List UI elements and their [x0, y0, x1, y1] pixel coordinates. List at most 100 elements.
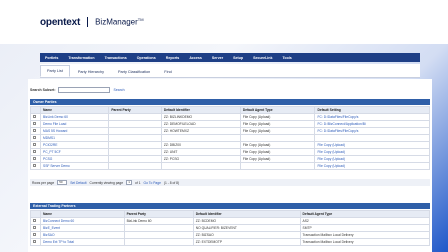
set-default-link[interactable]: Set Default	[70, 181, 86, 185]
table-row: BizLink Demo 60 ZZ: BIZLINKDEMO File Copy …	[30, 113, 430, 121]
cell-parent	[123, 238, 194, 246]
nav-item-tools[interactable]: Tools	[282, 56, 291, 60]
cell-ident: ZZ: BIZSAO	[192, 231, 301, 239]
nav-item-reports[interactable]: Reports	[166, 56, 180, 60]
row-checkbox[interactable]	[33, 122, 36, 125]
trading-partners-table: Name Parent Party Default Identifier Defaul…	[30, 210, 431, 246]
row-checkbox-cell	[30, 127, 41, 135]
page-number-input[interactable]: 1	[126, 180, 133, 185]
nav-item-access[interactable]: Access	[189, 56, 202, 60]
search-link[interactable]: Search	[113, 88, 124, 92]
column-header-default-agent-type[interactable]: Default Agent Type	[299, 210, 431, 218]
cell-parent	[108, 141, 162, 149]
cell-name[interactable]: SSF Server Demo	[39, 162, 110, 170]
tab-find[interactable]: Find	[158, 67, 177, 77]
cell-ident: ZZ: BIZLINKDEMO	[160, 113, 241, 121]
go-to-page-link[interactable]: Go To Page	[144, 181, 161, 185]
nav-item-server[interactable]: Server	[212, 56, 223, 60]
search-input[interactable]	[58, 87, 111, 93]
page: opentext BizManagerTM Portlets Transforma…	[0, 0, 448, 252]
row-checkbox[interactable]	[33, 164, 36, 167]
cell-name[interactable]: Demo Ext TP to Total	[40, 238, 125, 246]
nav-item-transactions[interactable]: Transactions	[105, 56, 127, 60]
nav-item-portlets[interactable]: Portlets	[45, 56, 58, 60]
cell-name[interactable]: BizLink Demo 60	[39, 113, 110, 121]
search-label: Search Subset:	[30, 88, 56, 92]
select-all-header	[30, 106, 41, 114]
tab-party-list[interactable]: Party List	[40, 65, 70, 77]
cell-name[interactable]: PCSG	[39, 155, 110, 163]
row-checkbox-cell	[30, 155, 41, 163]
owner-parties-header: Owner Parties	[30, 99, 430, 105]
cell-parent: BizLink Demo 60	[123, 217, 194, 225]
table-row: BizConnect Demo 60 BizLink Demo 60 ZZ: BCD…	[30, 217, 431, 225]
row-checkbox-cell	[30, 231, 41, 239]
cell-setting[interactable]: File Copy (Upload)	[314, 141, 430, 149]
cell-ident	[160, 134, 241, 142]
cell-name[interactable]: MAS 5S Howard	[39, 127, 110, 135]
current-page-label: Currently viewing page	[89, 180, 124, 185]
column-header-default-setting[interactable]: Default Setting	[314, 106, 430, 114]
cell-ident	[160, 162, 241, 170]
cell-setting[interactable]: File Copy (Upload)	[314, 148, 430, 156]
row-checkbox-cell	[30, 141, 41, 149]
row-checkbox[interactable]	[33, 219, 36, 222]
cell-agent: File Copy (Upload)	[239, 120, 316, 128]
cell-name[interactable]: BizE_Event	[40, 224, 125, 232]
cell-ident: ZZ: UNIT	[160, 148, 241, 156]
row-checkbox[interactable]	[33, 143, 36, 146]
rows-per-page-select[interactable]: 50	[57, 180, 68, 185]
row-checkbox[interactable]	[33, 150, 36, 153]
table-row: BizSAO ZZ: BIZSAO Transaction Mailbox Loca…	[30, 231, 431, 239]
row-checkbox[interactable]	[33, 240, 36, 243]
cell-name[interactable]: BizSAO	[40, 231, 125, 239]
nav-item-transformation[interactable]: Transformation	[68, 56, 94, 60]
row-checkbox[interactable]	[33, 157, 36, 160]
row-count: (1 - 8 of 8)	[163, 180, 180, 185]
column-header-name[interactable]: Name	[39, 106, 110, 114]
cell-name[interactable]: PCIO2RE	[39, 141, 110, 149]
cell-setting[interactable]: File Copy (Upload)	[314, 162, 430, 170]
cell-ident: NO QUALIFIER: BIZEVENT	[192, 224, 301, 232]
cell-setting[interactable]: FC: D:/DataFiles/FileCopy/s	[314, 127, 430, 135]
row-checkbox[interactable]	[33, 233, 36, 236]
row-checkbox-cell	[30, 217, 41, 225]
nav-item-setup[interactable]: Setup	[233, 56, 243, 60]
row-checkbox[interactable]	[33, 136, 36, 139]
cell-agent	[239, 162, 316, 170]
cell-agent: File Copy (Upload)	[239, 113, 316, 121]
tab-party-hierarchy[interactable]: Party Hierarchy	[72, 67, 110, 77]
table-row: MAS 5S Howard ZZ: HOWTEMXZ File Copy (Uplo…	[30, 127, 430, 135]
cell-agent: SMTP	[299, 224, 431, 232]
column-header-name[interactable]: Name	[40, 210, 125, 218]
column-header-parent-party[interactable]: Parent Party	[123, 210, 194, 218]
cell-parent	[108, 162, 162, 170]
cell-name[interactable]: Demo File Load	[39, 120, 110, 128]
row-checkbox[interactable]	[33, 115, 36, 118]
nav-item-securelink[interactable]: SecureLink	[253, 56, 272, 60]
cell-name[interactable]: MDMS1	[39, 134, 110, 142]
column-header-default-agent-type[interactable]: Default Agent Type	[239, 106, 316, 114]
tab-party-classification[interactable]: Party Classification	[112, 67, 156, 77]
cell-setting[interactable]: FC: D:/DataFiles/FileCopy/s	[314, 113, 430, 121]
row-checkbox[interactable]	[33, 226, 36, 229]
table-row: PCSG ZZ: PCSG File Copy (Upload) File Copy …	[30, 155, 430, 163]
row-checkbox-cell	[30, 148, 41, 156]
cell-name[interactable]: PC_PT 5CF	[39, 148, 110, 156]
row-checkbox[interactable]	[33, 129, 36, 132]
column-header-parent-party[interactable]: Parent Party	[108, 106, 162, 114]
row-checkbox-cell	[30, 134, 41, 142]
table-row: Demo File Load ZZ: DEMOFILELOAD File Copy …	[30, 120, 430, 128]
column-header-default-identifier[interactable]: Default Identifier	[192, 210, 301, 218]
cell-setting[interactable]: FC: D:/BizConnect/Application/Bi	[314, 120, 430, 128]
row-checkbox-cell	[30, 238, 41, 246]
row-checkbox-cell	[30, 162, 41, 170]
cell-name[interactable]: BizConnect Demo 60	[40, 217, 125, 225]
cell-setting	[314, 134, 430, 142]
cell-setting[interactable]: File Copy (Upload)	[314, 155, 430, 163]
column-header-default-identifier[interactable]: Default Identifier	[160, 106, 241, 114]
nav-item-operations[interactable]: Operations	[137, 56, 156, 60]
cell-ident: ZZ: PCSG	[160, 155, 241, 163]
opentext-logo: opentext	[40, 16, 81, 28]
cell-agent: Transaction Mailbox Local Delivery	[299, 231, 431, 239]
